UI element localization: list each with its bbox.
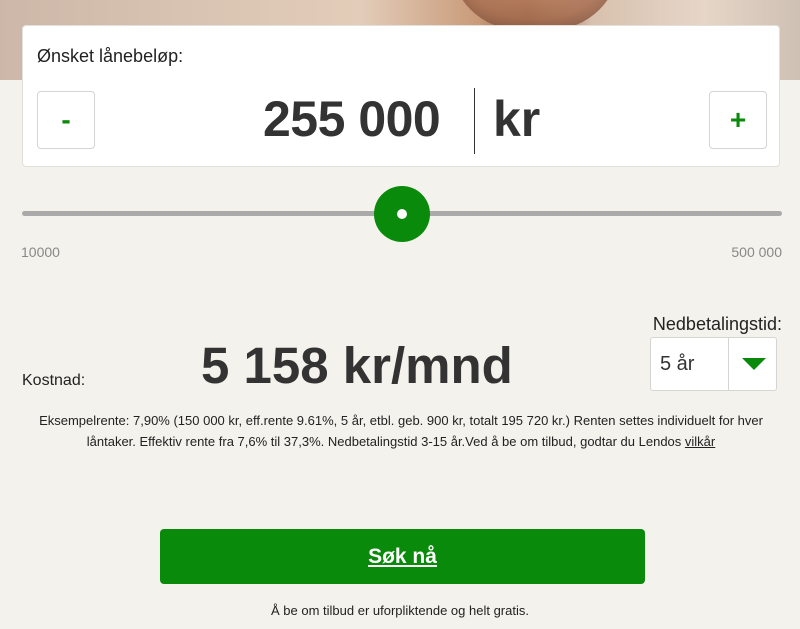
disclaimer-text: Eksempelrente: 7,90% (150 000 kr, eff.re… (39, 413, 763, 449)
loan-amount-input[interactable]: 255 000 (263, 90, 441, 148)
select-divider (728, 338, 729, 390)
terms-link[interactable]: vilkår (685, 434, 715, 449)
slider-min-label: 10000 (21, 244, 60, 260)
repayment-term-label: Nedbetalingstid: (652, 314, 782, 334)
apply-now-button[interactable]: Søk nå (160, 529, 645, 584)
chevron-down-icon[interactable] (742, 358, 766, 370)
interest-disclaimer: Eksempelrente: 7,90% (150 000 kr, eff.re… (22, 410, 780, 452)
amount-slider-thumb[interactable] (374, 186, 430, 242)
repayment-term-value: 5 år (660, 353, 695, 375)
currency-label: kr (493, 91, 541, 147)
decrease-amount-button[interactable]: - (37, 91, 95, 149)
slider-max-label: 500 000 (731, 244, 782, 260)
increase-amount-button[interactable]: + (709, 91, 767, 149)
monthly-cost-value: 5 158 kr/mnd (201, 337, 513, 394)
cost-label: Kostnad: (22, 372, 86, 389)
loan-amount-label: Ønsket lånebeløp: (37, 46, 184, 66)
text-cursor (474, 88, 475, 154)
repayment-term-select[interactable]: 5 år (650, 337, 777, 391)
slider-thumb-dot (397, 209, 407, 219)
no-obligation-note: Å be om tilbud er uforpliktende og helt … (271, 603, 529, 618)
loan-amount-card: Ønsket lånebeløp: - 255 000 kr + (22, 25, 780, 167)
